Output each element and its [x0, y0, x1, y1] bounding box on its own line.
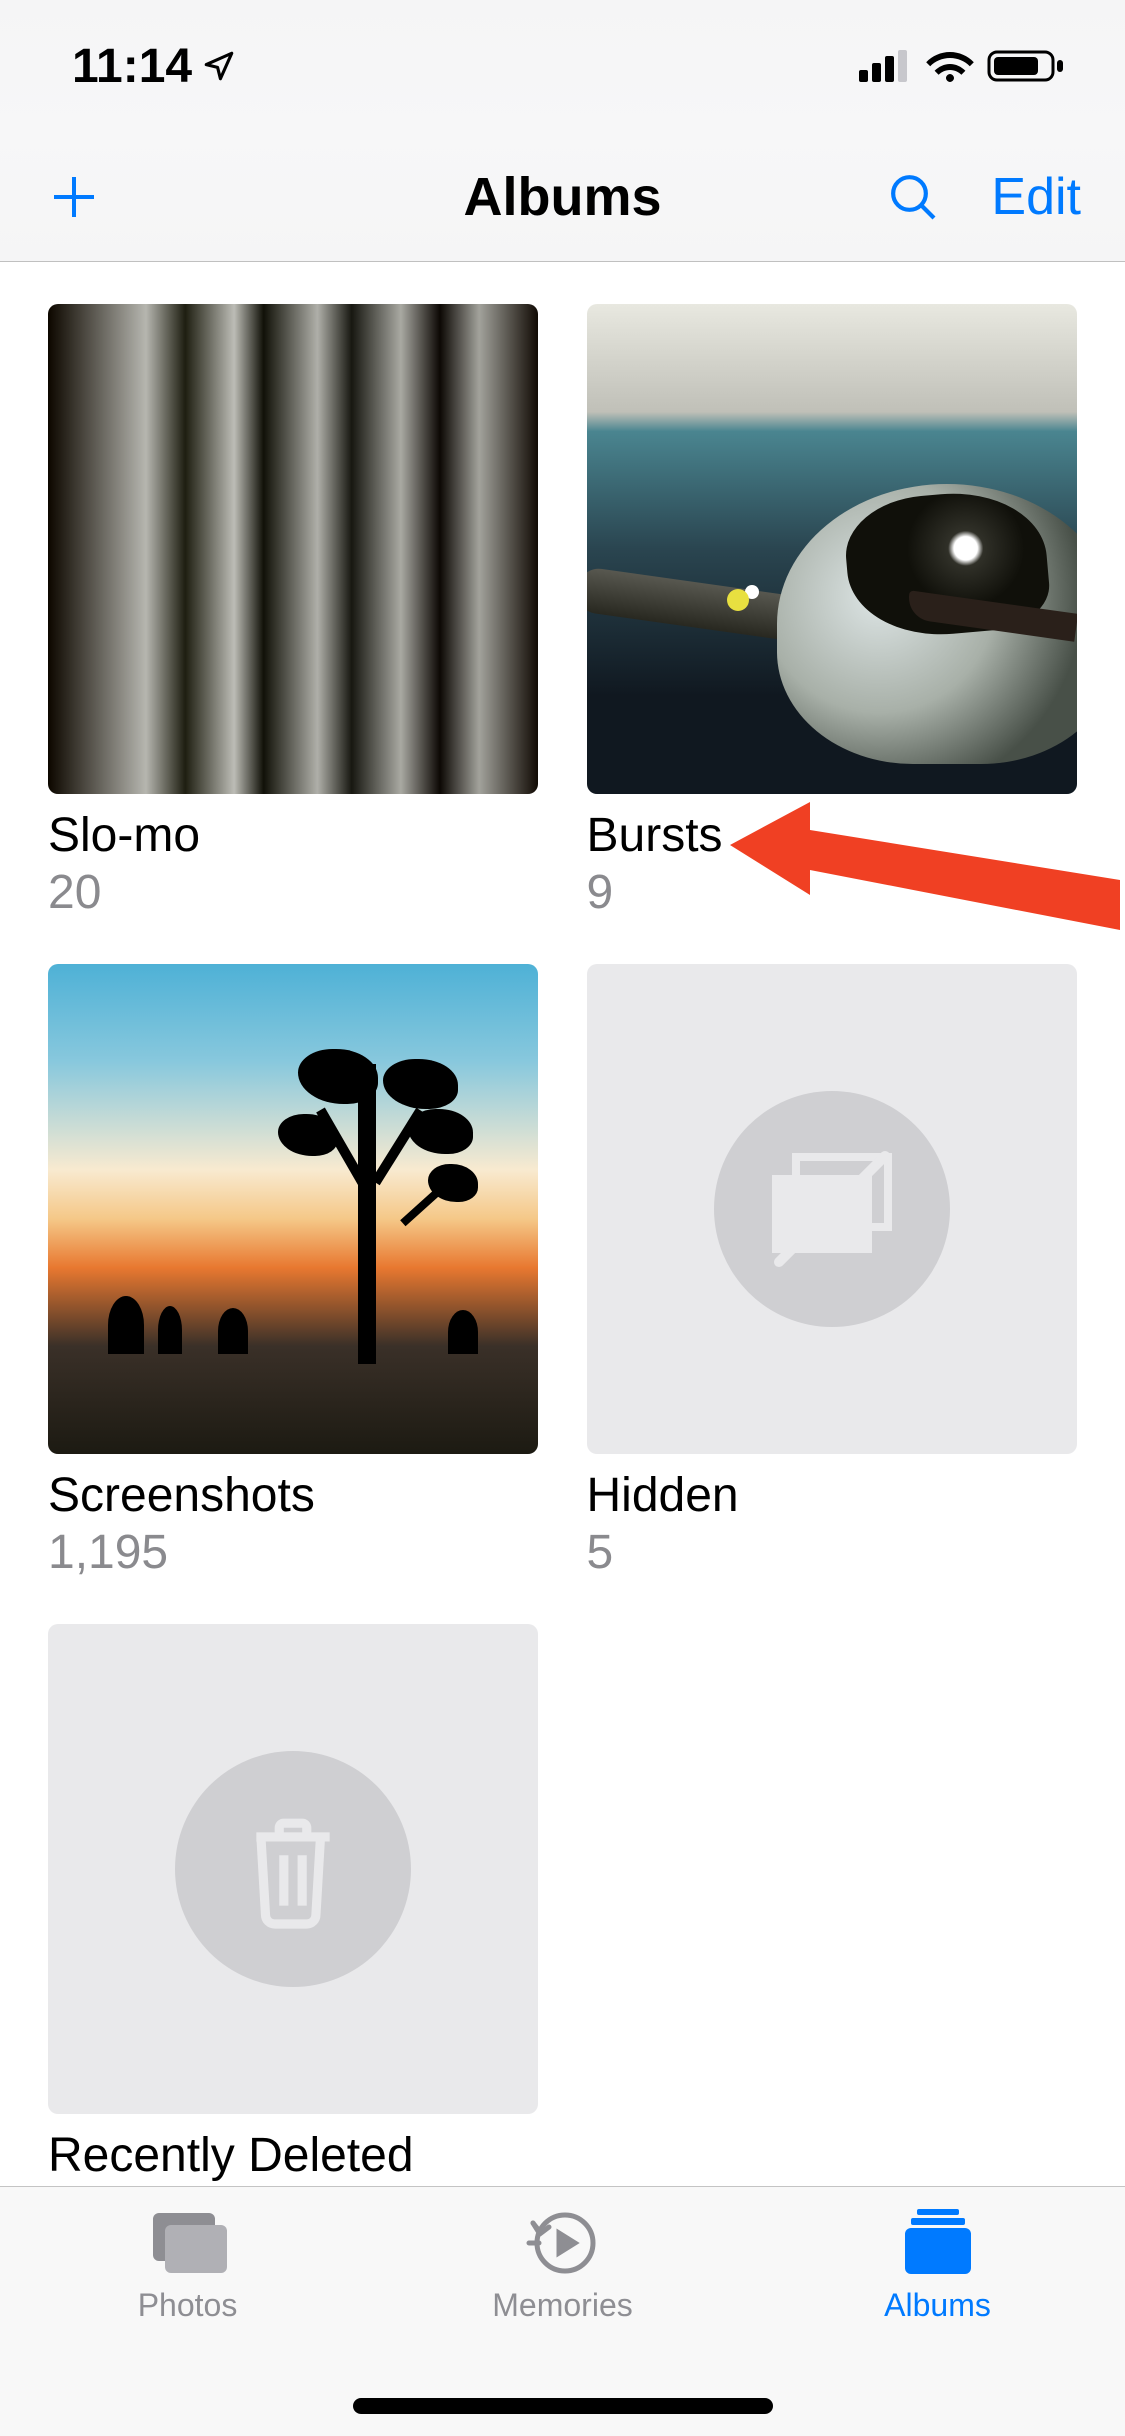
memories-icon	[523, 2207, 603, 2277]
album-thumbnail	[48, 304, 538, 794]
album-screenshots[interactable]: Screenshots 1,195	[48, 964, 539, 1580]
album-slo-mo[interactable]: Slo-mo 20	[48, 304, 539, 920]
nav-bar: Albums Edit	[0, 132, 1125, 262]
tab-albums[interactable]: Albums	[752, 2207, 1123, 2436]
search-button[interactable]	[885, 169, 941, 225]
album-title: Screenshots	[48, 1468, 539, 1523]
tab-label: Memories	[492, 2287, 632, 2324]
location-services-icon	[202, 49, 236, 83]
album-count: 1,195	[48, 1525, 539, 1580]
hidden-placeholder-icon	[714, 1091, 950, 1327]
tab-label: Photos	[138, 2287, 238, 2324]
edit-button[interactable]: Edit	[991, 167, 1081, 227]
album-thumbnail	[48, 1624, 538, 2114]
photos-stack-icon	[145, 2207, 231, 2277]
album-recently-deleted[interactable]: Recently Deleted	[48, 1624, 539, 2183]
album-thumbnail	[48, 964, 538, 1454]
nav-title: Albums	[463, 166, 661, 228]
tab-photos[interactable]: Photos	[2, 2207, 373, 2436]
wifi-icon	[925, 48, 975, 84]
cell-signal-icon	[859, 48, 913, 84]
album-title: Recently Deleted	[48, 2128, 539, 2183]
album-hidden[interactable]: Hidden 5	[587, 964, 1078, 1580]
home-indicator[interactable]	[353, 2398, 773, 2414]
add-album-button[interactable]	[44, 167, 104, 227]
trash-icon	[175, 1751, 411, 1987]
album-title: Slo-mo	[48, 808, 539, 863]
battery-icon	[987, 48, 1065, 84]
albums-stack-icon	[895, 2207, 981, 2277]
album-bursts[interactable]: Bursts 9	[587, 304, 1078, 920]
album-title: Bursts	[587, 808, 1078, 863]
album-count: 20	[48, 865, 539, 920]
album-title: Hidden	[587, 1468, 1078, 1523]
status-time: 11:14	[72, 39, 192, 94]
tab-label: Albums	[884, 2287, 991, 2324]
album-thumbnail	[587, 304, 1077, 794]
album-count: 5	[587, 1525, 1078, 1580]
albums-grid: Slo-mo 20 Bursts 9	[0, 262, 1125, 2183]
album-thumbnail	[587, 964, 1077, 1454]
status-bar: 11:14	[0, 0, 1125, 132]
album-count: 9	[587, 865, 1078, 920]
